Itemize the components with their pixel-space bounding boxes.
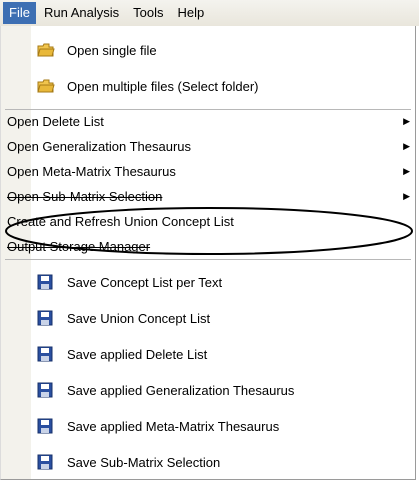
menu-run-analysis[interactable]: Run Analysis: [38, 2, 125, 24]
menu-item-open-sub-matrix-selection[interactable]: Open Sub-Matrix Selection ▶: [1, 184, 415, 209]
menu-item-label: Save applied Generalization Thesaurus: [67, 382, 295, 398]
menu-file[interactable]: File: [3, 2, 36, 24]
menu-item-create-refresh-union-concept-list[interactable]: Create and Refresh Union Concept List: [1, 209, 415, 234]
menu-item-save-union-concept-list[interactable]: Save Union Concept List: [1, 300, 415, 336]
folder-icon: [37, 42, 55, 58]
menu-item-label: Output Storage Manager: [7, 239, 151, 254]
menu-item-label: Open Meta-Matrix Thesaurus: [7, 164, 176, 179]
floppy-disk-icon: [37, 382, 55, 398]
menu-item-open-generalization-thesaurus[interactable]: Open Generalization Thesaurus ▶: [1, 134, 415, 159]
menu-item-open-meta-matrix-thesaurus[interactable]: Open Meta-Matrix Thesaurus ▶: [1, 159, 415, 184]
submenu-arrow-icon: ▶: [403, 191, 410, 201]
menu-help[interactable]: Help: [171, 2, 210, 24]
floppy-disk-icon: [37, 346, 55, 362]
floppy-disk-icon: [37, 454, 55, 470]
menu-item-label: Open Generalization Thesaurus: [7, 139, 192, 154]
menu-item-open-single-file[interactable]: Open single file: [1, 32, 415, 68]
floppy-disk-icon: [37, 418, 55, 434]
menu-item-label: Save Union Concept List: [67, 310, 211, 326]
menu-item-label: Save applied Delete List: [67, 346, 208, 362]
submenu-arrow-icon: ▶: [403, 166, 410, 176]
floppy-disk-icon: [37, 274, 55, 290]
folder-icon: [37, 78, 55, 94]
menu-item-label: Open Delete List: [7, 114, 104, 129]
menu-item-save-concept-list-per-text[interactable]: Save Concept List per Text: [1, 264, 415, 300]
submenu-arrow-icon: ▶: [403, 141, 410, 151]
menu-item-save-sub-matrix-selection[interactable]: Save Sub-Matrix Selection: [1, 444, 415, 480]
menu-item-label: Open Sub-Matrix Selection: [7, 189, 163, 204]
floppy-disk-icon: [37, 310, 55, 326]
menu-item-save-applied-delete-list[interactable]: Save applied Delete List: [1, 336, 415, 372]
menu-item-label: Save Sub-Matrix Selection: [67, 454, 221, 470]
file-menu-dropdown: Open single file Open multiple files (Se…: [0, 26, 416, 480]
menu-item-open-multiple-files[interactable]: Open multiple files (Select folder): [1, 68, 415, 104]
menu-item-label: Save applied Meta-Matrix Thesaurus: [67, 418, 280, 434]
menu-item-label: Open single file: [67, 42, 157, 58]
menu-item-open-delete-list[interactable]: Open Delete List ▶: [1, 109, 415, 134]
menu-item-label: Open multiple files (Select folder): [67, 78, 259, 94]
menu-item-save-applied-meta-matrix-thesaurus[interactable]: Save applied Meta-Matrix Thesaurus: [1, 408, 415, 444]
menu-item-label: Create and Refresh Union Concept List: [7, 214, 234, 229]
menu-item-label: Save Concept List per Text: [67, 274, 223, 290]
menu-tools[interactable]: Tools: [127, 2, 169, 24]
menu-item-output-storage-manager[interactable]: Output Storage Manager: [1, 234, 415, 259]
menu-separator: [5, 259, 411, 260]
menu-bar: File Run Analysis Tools Help: [0, 0, 419, 26]
submenu-arrow-icon: ▶: [403, 116, 410, 126]
menu-item-save-applied-generalization-thesaurus[interactable]: Save applied Generalization Thesaurus: [1, 372, 415, 408]
